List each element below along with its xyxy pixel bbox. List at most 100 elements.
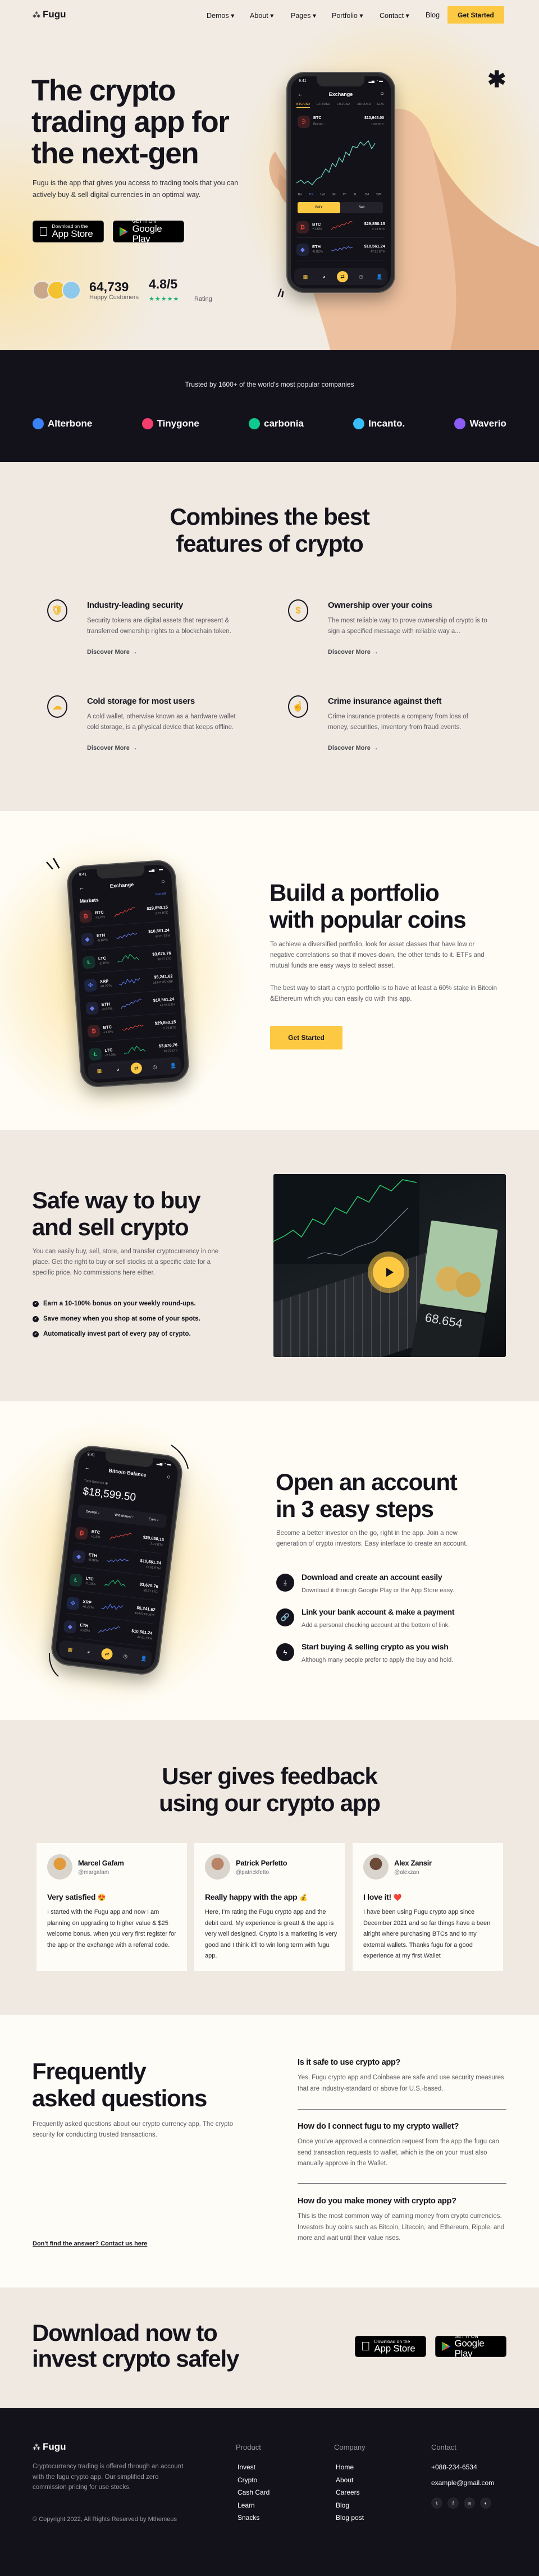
sparkline-icon — [124, 1046, 145, 1055]
coin-row[interactable]: Ł LTC -2.10% $3,676.76 39.27 LTC — [82, 947, 172, 974]
btc-coin-icon: ₿ — [79, 910, 93, 923]
footer-link-blog[interactable]: Blog — [336, 2501, 349, 2509]
range-tab[interactable]: 1D — [309, 193, 313, 196]
video-thumbnail[interactable]: 68.654 — [273, 1174, 506, 1357]
faq-question[interactable]: Is it safe to use crypto app? — [298, 2058, 400, 2067]
pair-tab[interactable]: EOS — [377, 103, 384, 106]
action-deposit[interactable]: Deposit ↓ — [85, 1510, 100, 1515]
faq-question[interactable]: How do I connect fugu to my crypto walle… — [298, 2122, 459, 2131]
get-started-button[interactable]: Get Started — [447, 6, 504, 24]
footer-link-learn[interactable]: Learn — [237, 2501, 255, 2509]
range-tab[interactable]: 2W — [376, 193, 381, 196]
coin-symbol: LTC — [85, 1575, 94, 1582]
coin-amount: 1.00 BTC — [371, 123, 384, 126]
footer-link-blog-post[interactable]: Blog post — [336, 2514, 364, 2522]
footer-link-cash-card[interactable]: Cash Card — [237, 2488, 270, 2496]
grid-icon[interactable]: ▦ — [64, 1643, 76, 1656]
play-button[interactable] — [368, 1252, 409, 1293]
faq-question[interactable]: How do you make money with crypto app? — [298, 2197, 456, 2206]
exchange-icon[interactable]: ⇄ — [101, 1647, 113, 1661]
hero-description: Fugu is the app that gives you access to… — [33, 179, 239, 199]
eth-coin-icon: ◆ — [85, 1001, 99, 1015]
footer-link-home[interactable]: Home — [336, 2463, 354, 2471]
contact-us-link[interactable]: Don't find the answer? Contact us here — [33, 2240, 147, 2247]
twitter-icon[interactable]: t — [431, 2497, 442, 2509]
range-tab[interactable]: 1Y — [342, 193, 346, 196]
footer-logo[interactable]: ⁂ Fugu — [33, 2441, 66, 2453]
check-badge-icon: ✓ — [33, 1315, 39, 1322]
grid-icon[interactable]: ▦ — [300, 271, 311, 282]
pie-chart-icon[interactable]: ◕ — [318, 271, 330, 282]
action-withdrawal[interactable]: Withdrawal ↑ — [115, 1514, 134, 1519]
coin-symbol: ETH — [88, 1552, 98, 1559]
clock-icon[interactable]: ◷ — [119, 1650, 131, 1662]
nav-contact[interactable]: Contact ▾ — [380, 11, 409, 20]
facebook-icon[interactable]: f — [447, 2497, 459, 2509]
clock-icon[interactable]: ◷ — [355, 271, 367, 282]
see-all-link[interactable]: See All — [155, 892, 166, 896]
contact-phone[interactable]: +088-234-6534 — [431, 2463, 477, 2471]
footer-link-about[interactable]: About — [336, 2476, 353, 2484]
contact-email[interactable]: example@gmail.com — [431, 2479, 494, 2487]
grid-icon[interactable]: ▦ — [93, 1065, 105, 1076]
exchange-icon[interactable]: ⇄ — [337, 271, 348, 282]
range-tab[interactable]: 2L — [354, 193, 357, 196]
coin-row[interactable]: ₿ BTC +1.6% $29,850.15 2.73 BTC — [79, 901, 169, 928]
footer-link-crypto[interactable]: Crypto — [237, 2476, 257, 2484]
coin-amount: 47.61 ETH — [155, 934, 170, 939]
phone-notch — [317, 76, 365, 86]
pair-tab[interactable]: ETH/USD — [317, 103, 330, 106]
sell-tab[interactable]: Sell — [340, 202, 383, 213]
range-tab[interactable]: 1W — [320, 193, 325, 196]
instagram-icon[interactable]: ◎ — [464, 2497, 475, 2509]
sparkline-icon — [104, 1579, 126, 1587]
pie-chart-icon[interactable]: ◕ — [112, 1064, 124, 1075]
pair-tab[interactable]: BTC/USD — [296, 103, 310, 108]
pair-tab[interactable]: XRP/USD — [357, 103, 371, 106]
nav-about[interactable]: About ▾ — [250, 11, 273, 20]
pie-chart-icon[interactable]: ◕ — [83, 1645, 95, 1658]
exchange-icon[interactable]: ⇄ — [130, 1062, 143, 1075]
coin-row[interactable]: ₿ BTC +1.6% $29,850.15 2.73 BTC — [296, 218, 385, 238]
discover-more-link[interactable]: Discover More → — [328, 649, 378, 656]
range-tab[interactable]: 1H — [298, 193, 302, 196]
nav-demos[interactable]: Demos ▾ — [207, 11, 234, 20]
nav-pages[interactable]: Pages ▾ — [291, 11, 316, 20]
github-icon[interactable]: ◐ — [480, 2497, 491, 2509]
user-icon[interactable]: 👤 — [167, 1060, 179, 1071]
google-play-button[interactable]: GET IT ON Google Play — [435, 2334, 506, 2359]
portfolio-get-started-button[interactable]: Get Started — [270, 1026, 342, 1049]
user-icon[interactable]: 👤 — [138, 1652, 150, 1665]
search-icon[interactable]: ○ — [161, 878, 165, 885]
clock-icon[interactable]: ◷ — [149, 1061, 161, 1072]
footer-link-snacks[interactable]: Snacks — [237, 2514, 259, 2522]
search-icon[interactable]: ○ — [380, 90, 384, 97]
nav-portfolio[interactable]: Portfolio ▾ — [332, 11, 363, 20]
play-icon — [373, 1257, 404, 1288]
user-icon[interactable]: 👤 — [374, 271, 385, 282]
logo[interactable]: ⁂ Fugu — [33, 9, 66, 20]
pair-tab[interactable]: LTC/USD — [337, 103, 350, 106]
discover-more-link[interactable]: Discover More → — [328, 745, 378, 751]
app-store-button[interactable]:  Download on theApp Store — [355, 2336, 426, 2357]
range-tab[interactable]: 1M — [331, 193, 336, 196]
coin-row[interactable]: ◆ ETH -0.82% $10,561.24 47.61 ETH — [80, 924, 171, 951]
nav-blog[interactable]: Blog — [426, 11, 440, 19]
coin-row[interactable]: ◆ ETH -0.82% $10,561.24 47.61 ETH — [296, 240, 385, 260]
buy-tab[interactable]: BUY — [298, 202, 340, 213]
coin-row[interactable]: ◆ ETH -0.82% $10,561.24 47.61 ETH — [85, 993, 176, 1020]
coin-row[interactable]: ₿ BTC +1.6% $29,850.15 2.73 BTC — [86, 1016, 177, 1043]
discover-more-link[interactable]: Discover More → — [87, 649, 138, 656]
sparkline-icon — [101, 1603, 124, 1610]
sparkline-icon — [107, 1559, 129, 1562]
footer-link-invest[interactable]: Invest — [237, 2463, 255, 2471]
coin-amount: 2.73 BTC — [372, 228, 385, 231]
coin-row[interactable]: ✣ XRP +0.27% $5,241.62 16447.65 XRP — [84, 970, 174, 997]
faq-divider — [298, 2183, 506, 2184]
action-earn[interactable]: Earn + — [149, 1518, 159, 1522]
app-store-button[interactable]:  Download on theApp Store — [33, 221, 104, 242]
google-play-button[interactable]: GET IT ON Google Play — [113, 219, 184, 244]
footer-link-careers[interactable]: Careers — [336, 2488, 360, 2496]
discover-more-link[interactable]: Discover More → — [87, 745, 138, 751]
range-tab[interactable]: 2H — [365, 193, 369, 196]
